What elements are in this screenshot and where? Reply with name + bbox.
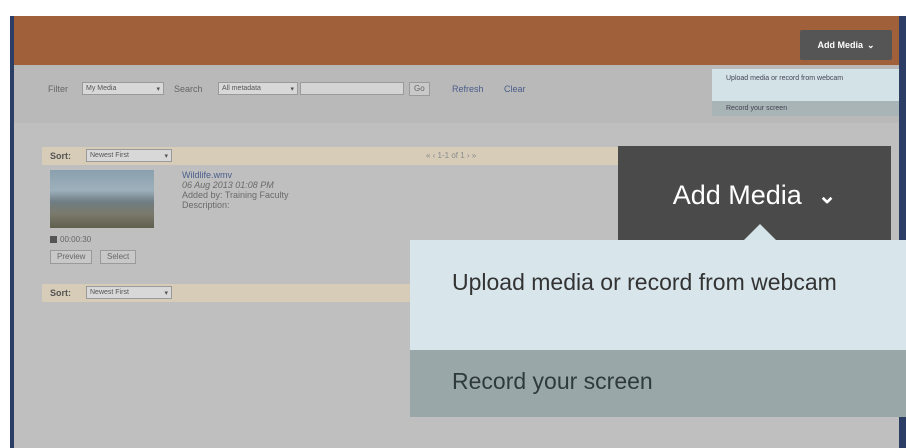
search-scope-value: All metadata — [222, 85, 261, 92]
filter-select-value: My Media — [86, 85, 117, 92]
media-date: 06 Aug 2013 01:08 PM — [182, 180, 274, 190]
header-bar: Add Media ⌄ — [14, 16, 902, 65]
add-media-dropdown-small: Upload media or record from webcam Recor… — [712, 69, 902, 116]
search-scope-select[interactable]: All metadata ▾ — [218, 82, 298, 95]
sort-select[interactable]: Newest First ▾ — [86, 286, 172, 299]
add-media-dropdown-zoomed: Upload media or record from webcam Recor… — [410, 240, 906, 417]
dropdown-arrow-icon: ▾ — [164, 152, 168, 160]
duration-text: 00:00:30 — [60, 235, 92, 244]
select-button[interactable]: Select — [100, 250, 137, 264]
sort-select-value: Newest First — [90, 289, 129, 296]
media-info: Wildlife.wmv 06 Aug 2013 01:08 PM Added … — [182, 170, 289, 210]
dropdown-arrow-icon: ▾ — [156, 85, 160, 93]
filter-select[interactable]: My Media ▾ — [82, 82, 164, 95]
refresh-link[interactable]: Refresh — [452, 84, 484, 94]
add-media-label: Add Media — [817, 40, 863, 50]
record-screen-item-small[interactable]: Record your screen — [712, 101, 902, 116]
add-media-label-zoomed: Add Media — [672, 180, 802, 210]
dropdown-arrow-icon: ▾ — [290, 85, 294, 93]
search-label: Search — [174, 84, 203, 94]
media-description: Description: — [182, 200, 230, 210]
sort-label: Sort: — [50, 151, 71, 161]
add-media-button-small[interactable]: Add Media ⌄ — [800, 30, 892, 60]
record-screen-item[interactable]: Record your screen — [410, 350, 906, 417]
preview-button[interactable]: Preview — [50, 250, 93, 264]
dropdown-arrow-icon: ▾ — [164, 289, 168, 297]
media-added-by: Added by: Training Faculty — [182, 190, 289, 200]
media-thumbnail[interactable] — [50, 170, 154, 228]
search-input[interactable] — [300, 82, 404, 95]
upload-media-item-small[interactable]: Upload media or record from webcam — [712, 69, 902, 101]
video-icon — [50, 236, 57, 243]
sort-label: Sort: — [50, 288, 71, 298]
media-title-link[interactable]: Wildlife.wmv — [182, 170, 289, 180]
sort-select[interactable]: Newest First ▾ — [86, 149, 172, 162]
media-duration: 00:00:30 — [50, 235, 91, 244]
sort-bar-top: Sort: Newest First ▾ « ‹ 1-1 of 1 › » — [42, 147, 650, 165]
chevron-down-icon: ⌄ — [817, 182, 837, 208]
chevron-down-icon: ⌄ — [866, 39, 875, 50]
upload-media-item[interactable]: Upload media or record from webcam — [410, 240, 906, 350]
filter-label: Filter — [48, 84, 68, 94]
clear-link[interactable]: Clear — [504, 84, 526, 94]
pagination[interactable]: « ‹ 1-1 of 1 › » — [426, 151, 476, 160]
go-button[interactable]: Go — [409, 82, 430, 96]
sort-select-value: Newest First — [90, 152, 129, 159]
